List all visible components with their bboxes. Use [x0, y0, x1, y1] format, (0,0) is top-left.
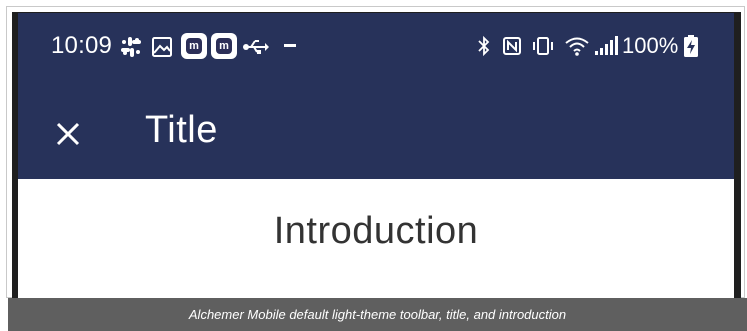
- signal-icon: [595, 36, 618, 55]
- battery-charging-icon: [684, 35, 698, 57]
- alchemer-notification-icon: m: [181, 33, 207, 59]
- image-caption: Alchemer Mobile default light-theme tool…: [8, 298, 747, 331]
- introduction-heading: Introduction: [273, 210, 479, 252]
- bluetooth-icon: [478, 35, 490, 57]
- image-icon: [152, 37, 172, 57]
- notification-letter: m: [216, 38, 232, 54]
- caption-text: Alchemer Mobile default light-theme tool…: [188, 307, 567, 322]
- slack-icon: [121, 37, 141, 57]
- notification-letter: m: [186, 38, 202, 54]
- app-bar: 10:09 m m 100% Title: [18, 13, 734, 179]
- close-button[interactable]: [48, 114, 88, 154]
- wifi-icon: [565, 37, 589, 56]
- alchemer-notification-icon: m: [211, 33, 237, 59]
- more-dots-icon: [284, 44, 296, 47]
- status-bar: 10:09 m m 100%: [18, 29, 734, 63]
- close-icon: [56, 122, 80, 146]
- toolbar-title: Title: [145, 109, 218, 151]
- status-time: 10:09: [51, 32, 113, 59]
- toolbar: Title: [18, 98, 734, 164]
- phone-screen: 10:09 m m 100% Title Introduction: [18, 13, 734, 298]
- nfc-icon: [503, 37, 521, 55]
- battery-percent: 100%: [622, 33, 679, 58]
- vibrate-icon: [533, 37, 553, 55]
- usb-icon: [243, 40, 269, 54]
